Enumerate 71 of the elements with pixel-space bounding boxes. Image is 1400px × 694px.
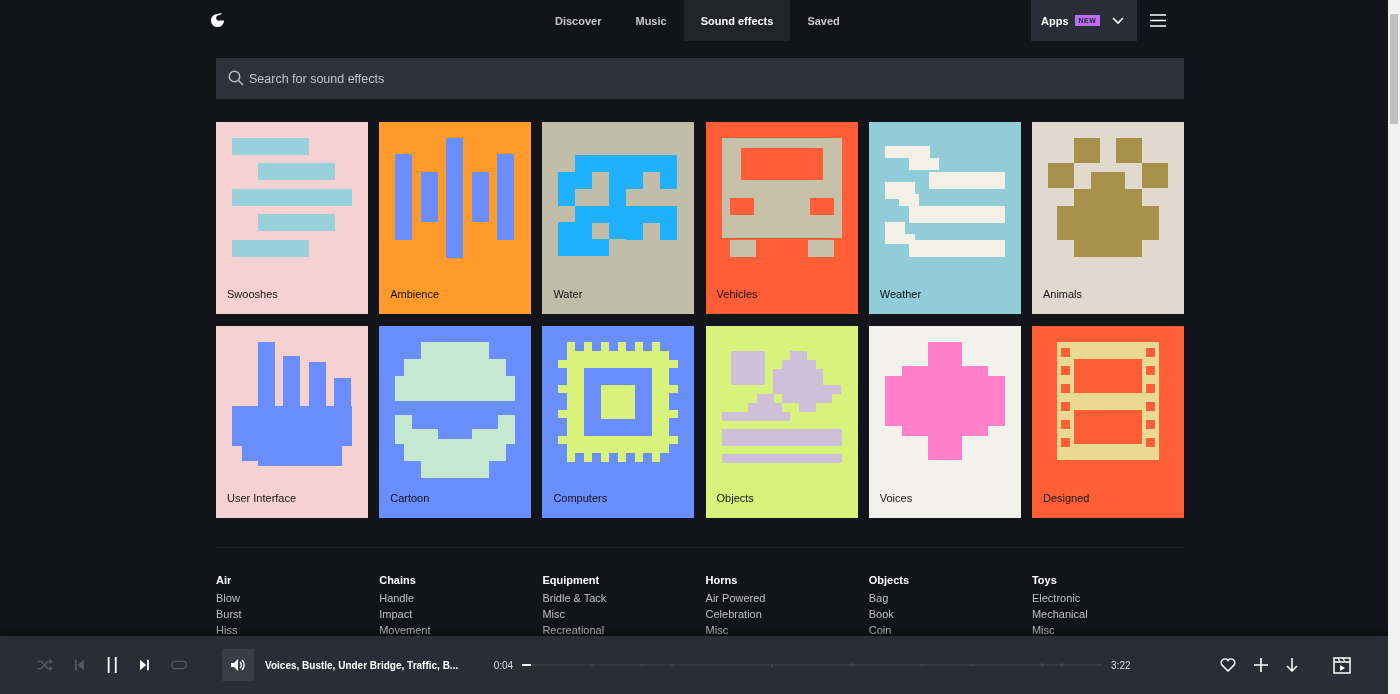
nav-tab[interactable]: Saved <box>790 0 857 41</box>
logo-icon[interactable] <box>210 13 225 28</box>
category-label: Swooshes <box>227 288 279 300</box>
category-label: Objects <box>716 492 755 504</box>
category-link[interactable]: Burst <box>216 608 242 620</box>
elapsed-time: 0:04 <box>493 659 514 671</box>
category-card[interactable]: Animals <box>1031 122 1184 314</box>
progress-track[interactable] <box>522 662 1103 668</box>
plus-icon[interactable] <box>1253 658 1268 672</box>
category-card[interactable]: User Interface <box>216 326 368 518</box>
category-card[interactable]: Cartoon <box>379 326 532 518</box>
category-link[interactable]: Misc <box>1031 624 1055 636</box>
category-label: Vehicles <box>716 288 759 300</box>
category-label: User Interface <box>227 492 298 504</box>
category-link[interactable]: Handle <box>379 592 415 604</box>
category-link[interactable]: Bag <box>868 592 889 604</box>
category-link[interactable]: Movement <box>379 624 431 636</box>
category-card[interactable]: Voices <box>868 326 1021 518</box>
track-title: Voices, Bustle, Under Bridge, Traffic, B... <box>265 659 459 671</box>
heart-icon[interactable] <box>1219 658 1236 672</box>
next-icon[interactable] <box>140 659 150 671</box>
search-field[interactable]: Search for sound effects <box>216 58 1184 99</box>
category-link[interactable]: Electronic <box>1031 592 1081 604</box>
category-label: Designed <box>1042 492 1091 504</box>
category-link[interactable]: Blow <box>216 592 240 604</box>
category-card[interactable]: Weather <box>868 122 1021 314</box>
column-heading[interactable]: Chains <box>379 574 416 586</box>
category-label: Cartoon <box>390 492 431 504</box>
menu-icon[interactable] <box>1150 14 1166 27</box>
column-heading[interactable]: Air <box>216 574 232 586</box>
apps-label: Apps <box>1041 14 1069 27</box>
category-link[interactable]: Misc <box>542 608 565 620</box>
category-link[interactable]: Misc <box>705 624 729 636</box>
category-label: Weather <box>879 288 923 300</box>
nav-tab[interactable]: Music <box>618 0 684 41</box>
column-heading[interactable]: Objects <box>868 574 910 586</box>
speaker-icon <box>231 659 245 671</box>
category-link[interactable]: Coin <box>868 624 892 636</box>
category-card[interactable]: Vehicles <box>705 122 858 314</box>
category-link[interactable]: Air Powered <box>705 592 766 604</box>
download-icon[interactable] <box>1285 658 1298 672</box>
category-link[interactable]: Bridle & Tack <box>542 592 607 604</box>
volume-button[interactable] <box>222 649 254 681</box>
category-link[interactable]: Mechanical <box>1031 608 1088 620</box>
category-card[interactable]: Computers <box>542 326 695 518</box>
column-heading[interactable]: Equipment <box>542 574 600 586</box>
video-icon[interactable] <box>1333 656 1351 674</box>
duration-time: 3:22 <box>1111 659 1131 671</box>
category-label: Ambience <box>390 288 441 300</box>
category-link[interactable]: Book <box>868 608 894 620</box>
category-link[interactable]: Hiss <box>216 624 238 636</box>
chevron-down-icon <box>1112 16 1125 25</box>
pause-icon[interactable] <box>105 656 119 674</box>
column-heading[interactable]: Horns <box>705 574 738 586</box>
category-label: Water <box>553 288 584 300</box>
category-card[interactable]: Objects <box>705 326 858 518</box>
nav-tab[interactable]: Discover <box>538 0 619 41</box>
category-label: Voices <box>879 492 914 504</box>
category-label: Animals <box>1042 288 1084 300</box>
category-label: Computers <box>553 492 609 504</box>
category-link[interactable]: Impact <box>379 608 413 620</box>
category-card[interactable]: Water <box>542 122 695 314</box>
category-link[interactable]: Recreational <box>542 624 605 636</box>
scrollbar[interactable] <box>1388 0 1400 694</box>
category-card[interactable]: Ambience <box>379 122 532 314</box>
category-card[interactable]: Swooshes <box>216 122 368 314</box>
scrollbar-thumb[interactable] <box>1390 14 1398 124</box>
column-heading[interactable]: Toys <box>1031 574 1057 586</box>
category-link[interactable]: Celebration <box>705 608 762 620</box>
category-card[interactable]: Designed <box>1031 326 1184 518</box>
nav-tab[interactable]: Sound effects <box>683 0 791 41</box>
